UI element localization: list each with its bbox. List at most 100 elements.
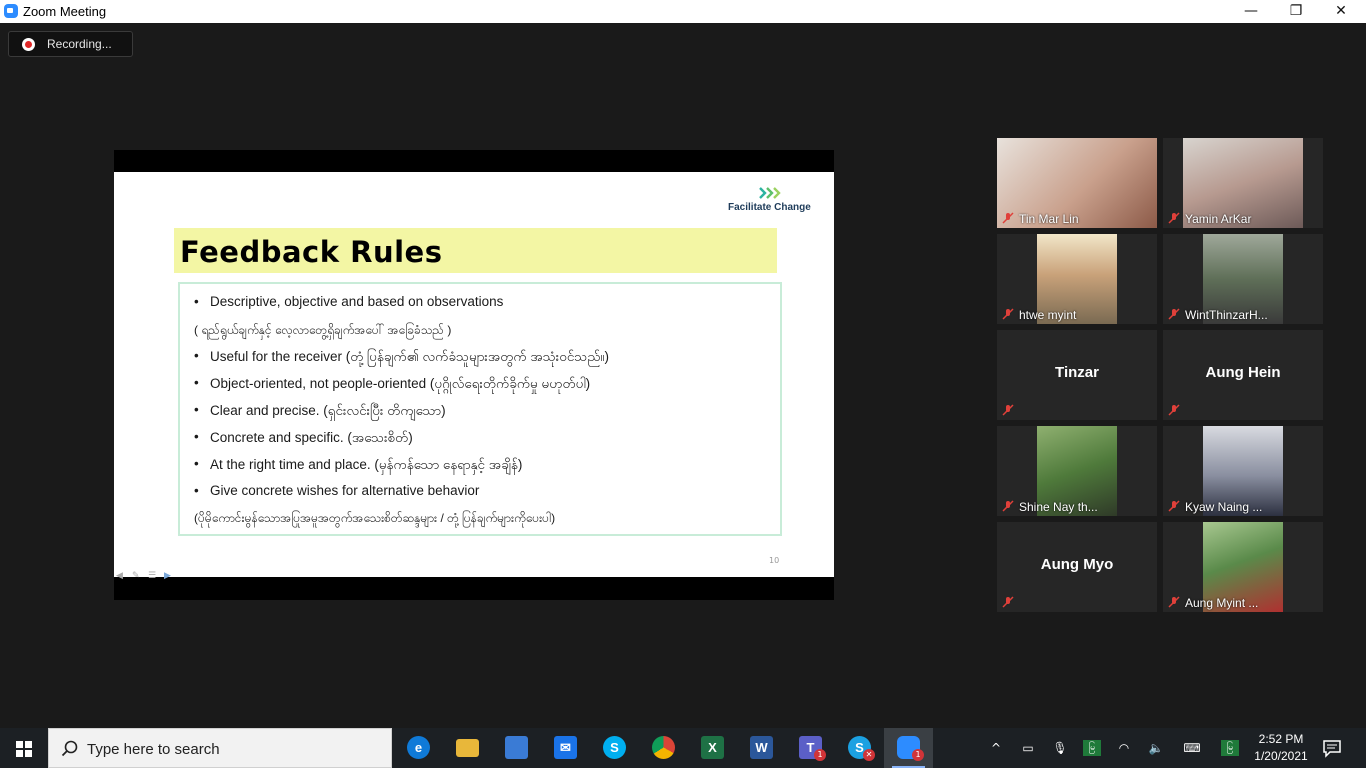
logo-text: Facilitate Change: [728, 202, 811, 213]
slide-line-5: Clear and precise. (ရှင်းလင်းပြီး တိကျသေ…: [194, 402, 446, 422]
slide-line-4: Object-oriented, not people-oriented (ပု…: [194, 375, 590, 395]
taskbar-search[interactable]: [48, 728, 392, 768]
edge-icon: e: [407, 736, 430, 759]
language-icon[interactable]: မြ: [1221, 740, 1239, 756]
keyboard-icon[interactable]: ⌨: [1180, 740, 1204, 756]
muted-mic-icon: [1002, 596, 1014, 608]
taskbar-app-excel[interactable]: X: [688, 728, 737, 768]
meeting-area: Recording... Facilitate Change Feedback …: [0, 23, 1366, 728]
participant-gallery: Tin Mar Lin Yamin ArKar htwe myint WintT…: [997, 138, 1324, 613]
participant-tile[interactable]: Yamin ArKar: [1163, 138, 1323, 228]
participant-name: Kyaw Naing ...: [1185, 500, 1263, 514]
clock-time: 2:52 PM: [1258, 732, 1304, 746]
participant-name-large: Aung Myo: [1040, 556, 1114, 573]
folder-icon: [456, 739, 479, 757]
battery-icon[interactable]: ▭: [1019, 740, 1037, 756]
microphone-icon[interactable]: 🎙: [1051, 740, 1069, 756]
record-icon: [22, 38, 35, 51]
taskbar-app-file-explorer[interactable]: [443, 728, 492, 768]
pen-icon[interactable]: ✎: [132, 571, 145, 581]
error-badge: ✕: [863, 749, 875, 761]
chevrons-icon: [759, 187, 781, 199]
slide-title-band: Feedback Rules: [174, 228, 777, 273]
excel-icon: X: [701, 736, 724, 759]
taskbar-app-skype-business[interactable]: S ✕: [835, 728, 884, 768]
input-lang-icon[interactable]: မြ: [1083, 740, 1101, 756]
search-input[interactable]: [87, 738, 377, 760]
taskbar: e ✉ S X W T 1 S ✕ 1 ^ ▭ 🎙 မြ ◠ 🔈 ⌨ မြ 2:…: [0, 728, 1366, 768]
notification-badge: 1: [912, 749, 924, 761]
participant-name: Yamin ArKar: [1185, 212, 1252, 226]
participant-name-large: Tinzar: [1055, 364, 1099, 381]
zoom-app-icon: [4, 4, 18, 18]
windows-logo-icon: [16, 741, 23, 748]
participant-tile[interactable]: Shine Nay th...: [997, 426, 1157, 516]
slide-navigation: ◀ ✎ ☰ ▶: [116, 563, 186, 581]
taskbar-app-skype[interactable]: S: [590, 728, 639, 768]
volume-icon[interactable]: 🔈: [1147, 740, 1165, 756]
menu-icon[interactable]: ☰: [148, 571, 161, 581]
recording-label: Recording...: [47, 37, 112, 51]
clock[interactable]: 2:52 PM 1/20/2021: [1252, 731, 1310, 765]
participant-name: Shine Nay th...: [1019, 500, 1098, 514]
slide-page-number: 10: [769, 556, 780, 565]
slide-line-6: Concrete and specific. (အသေးစိတ်): [194, 429, 413, 449]
skype-icon: S: [603, 736, 626, 759]
slide-line-3: Useful for the receiver (တုံ့ပြန်ချက်၏ လ…: [194, 348, 609, 368]
participant-tile[interactable]: Aung Myint ...: [1163, 522, 1323, 612]
prev-slide-icon[interactable]: ◀: [116, 571, 129, 581]
title-bar: Zoom Meeting — ❐ ✕: [0, 0, 1366, 23]
restore-button[interactable]: ❐: [1273, 0, 1319, 23]
show-hidden-icons[interactable]: ^: [987, 740, 1005, 756]
participant-tile[interactable]: Aung Hein: [1163, 330, 1323, 420]
taskbar-app-store[interactable]: [492, 728, 541, 768]
clock-date: 1/20/2021: [1254, 749, 1308, 763]
notification-badge: 1: [814, 749, 826, 761]
taskbar-app-mail[interactable]: ✉: [541, 728, 590, 768]
participant-tile[interactable]: WintThinzarH...: [1163, 234, 1323, 324]
slide-line-9: (ပိုမိုကောင်းမွန်သောအပြုအမူအတွက်အသေးစိတ်…: [194, 511, 556, 525]
slide-line-7: At the right time and place. (မှန်ကန်သော…: [194, 456, 522, 476]
chrome-icon: [652, 736, 675, 759]
participant-name: Tin Mar Lin: [1019, 212, 1079, 226]
search-icon: [61, 740, 78, 757]
taskbar-app-teams[interactable]: T 1: [786, 728, 835, 768]
taskbar-app-zoom[interactable]: 1: [884, 728, 933, 768]
recording-indicator[interactable]: Recording...: [8, 31, 133, 57]
window-title: Zoom Meeting: [23, 4, 107, 19]
wifi-icon[interactable]: ◠: [1115, 740, 1133, 756]
participant-name-large: Aung Hein: [1205, 364, 1281, 381]
minimize-button[interactable]: —: [1228, 0, 1274, 23]
slide-line-2: ( ရည်ရွယ်ချက်နှင့် လေ့လာတွေ့ရှိချက်အပေါ်…: [194, 323, 452, 337]
muted-mic-icon: [1002, 308, 1014, 320]
muted-mic-icon: [1002, 404, 1014, 416]
muted-mic-icon: [1002, 212, 1014, 224]
muted-mic-icon: [1168, 500, 1180, 512]
action-center-icon[interactable]: [1322, 738, 1342, 758]
word-icon: W: [750, 736, 773, 759]
participant-tile[interactable]: Tinzar: [997, 330, 1157, 420]
screen-share: Facilitate Change Feedback Rules Descrip…: [114, 150, 834, 600]
muted-mic-icon: [1168, 308, 1180, 320]
participant-name: WintThinzarH...: [1185, 308, 1268, 322]
participant-tile[interactable]: Tin Mar Lin: [997, 138, 1157, 228]
slide-content-box: Descriptive, objective and based on obse…: [178, 282, 782, 536]
participant-tile[interactable]: Kyaw Naing ...: [1163, 426, 1323, 516]
slide-line-1: Descriptive, objective and based on obse…: [194, 294, 503, 309]
store-icon: [505, 736, 528, 759]
participant-tile[interactable]: Aung Myo: [997, 522, 1157, 612]
close-button[interactable]: ✕: [1318, 0, 1364, 23]
slide-title: Feedback Rules: [180, 235, 443, 269]
taskbar-app-chrome[interactable]: [639, 728, 688, 768]
presentation-slide: Facilitate Change Feedback Rules Descrip…: [114, 172, 834, 581]
muted-mic-icon: [1168, 596, 1180, 608]
taskbar-app-edge[interactable]: e: [394, 728, 443, 768]
participant-tile[interactable]: htwe myint: [997, 234, 1157, 324]
next-slide-icon[interactable]: ▶: [164, 571, 177, 581]
muted-mic-icon: [1168, 404, 1180, 416]
participant-name: htwe myint: [1019, 308, 1077, 322]
taskbar-app-word[interactable]: W: [737, 728, 786, 768]
start-button[interactable]: [0, 728, 48, 768]
muted-mic-icon: [1002, 500, 1014, 512]
mail-icon: ✉: [554, 736, 577, 759]
